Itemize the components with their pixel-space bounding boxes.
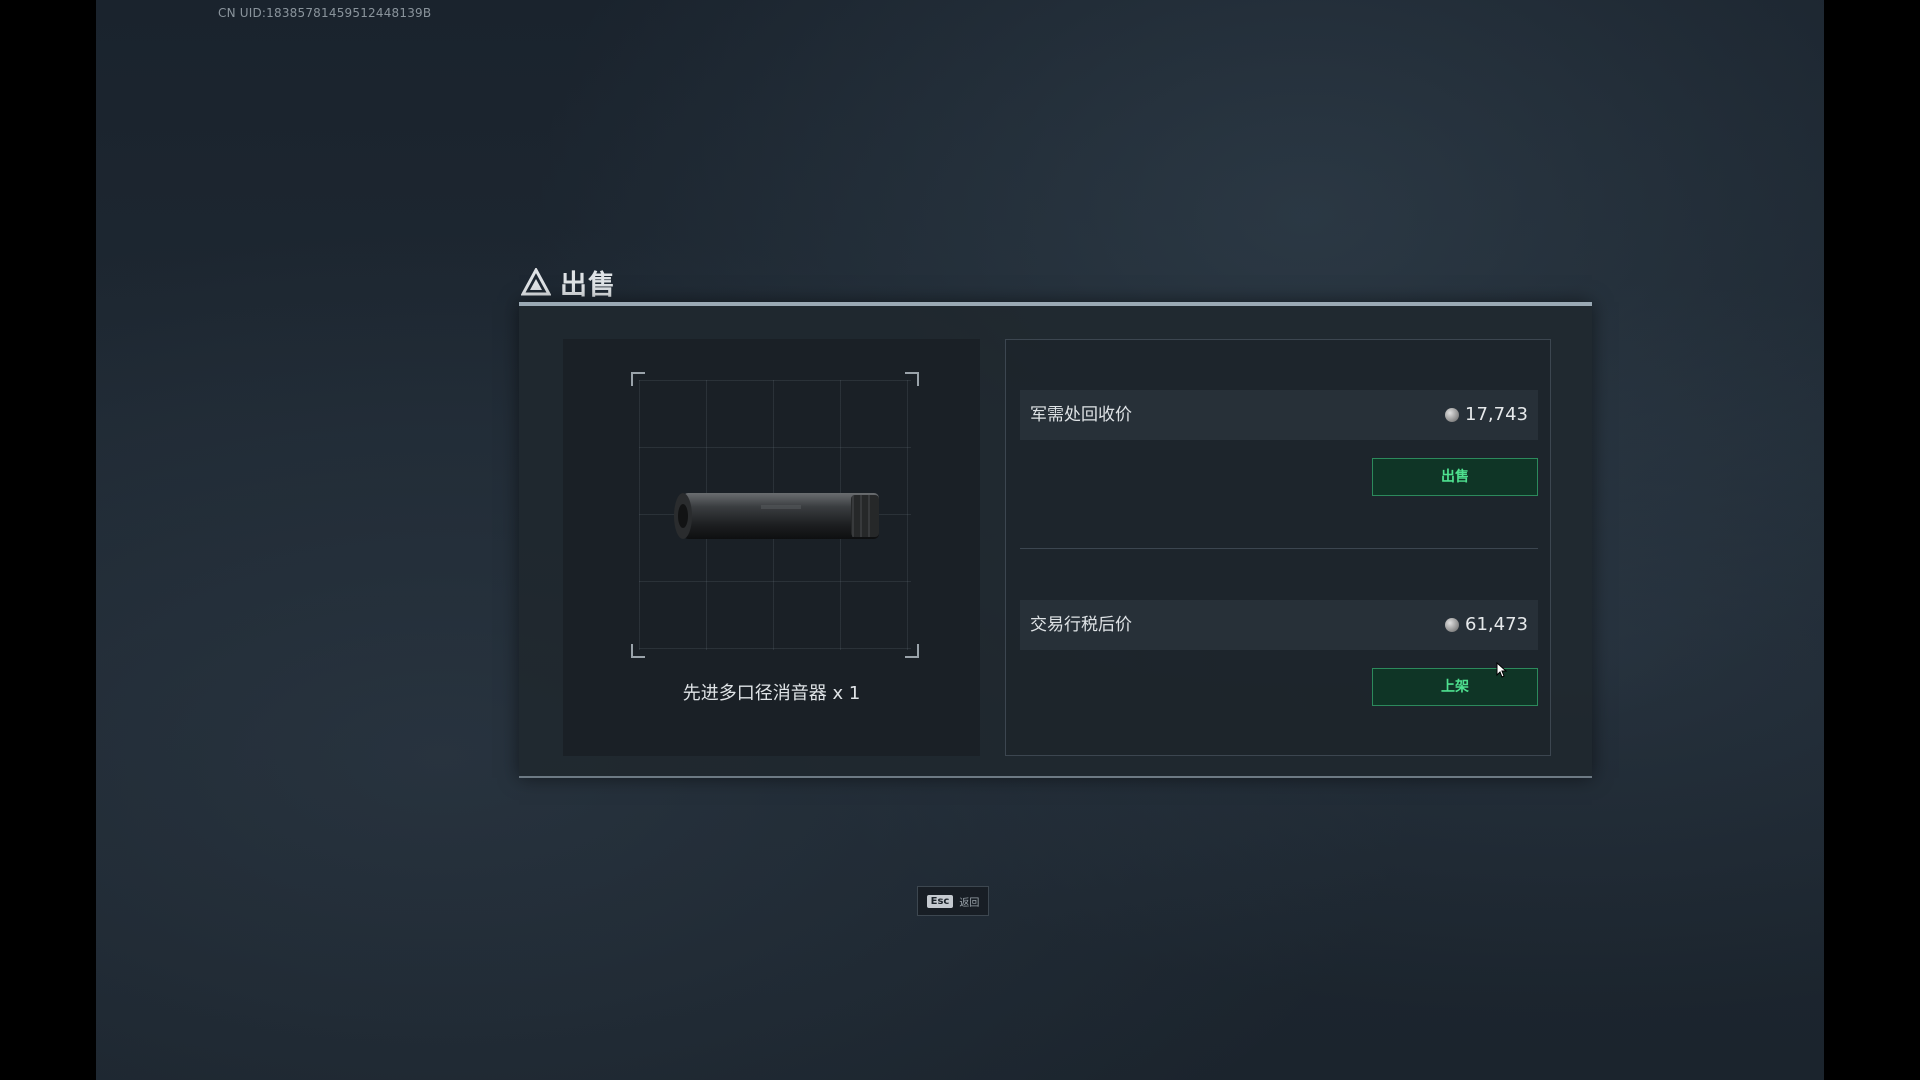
recycle-price-value: 17,743	[1445, 390, 1528, 440]
recycle-price-amount: 17,743	[1465, 404, 1528, 425]
dialog-title-text: 出售	[560, 269, 616, 301]
coin-icon	[1445, 618, 1460, 632]
screen: CN UID:18385781459512448139B 出售 先进多口径消音器…	[0, 0, 1920, 1080]
item-caption: 先进多口径消音器 x 1	[682, 683, 861, 704]
esc-back-label: 返回	[959, 897, 980, 909]
market-price-amount: 61,473	[1465, 614, 1528, 635]
frame-corner	[905, 372, 919, 386]
market-price-row: 交易行税后价 61,473	[1020, 600, 1538, 650]
market-price-label: 交易行税后价	[1030, 615, 1132, 635]
sell-dialog: 先进多口径消音器 x 1 军需处回收价 17,743 出售 交易行税后价 61,…	[519, 302, 1592, 778]
coin-icon	[1445, 408, 1460, 422]
mouse-cursor-icon	[1496, 661, 1508, 678]
esc-key-icon: Esc	[926, 894, 954, 908]
player-uid: CN UID:18385781459512448139B	[218, 6, 432, 20]
dialog-title: 出售	[520, 262, 616, 302]
frame-corner	[631, 644, 645, 658]
sell-button[interactable]: 出售	[1372, 458, 1538, 496]
divider	[1020, 548, 1538, 549]
game-background: CN UID:18385781459512448139B 出售 先进多口径消音器…	[96, 0, 1824, 1080]
recycle-price-row: 军需处回收价 17,743	[1020, 390, 1538, 440]
frame-corner	[631, 372, 645, 386]
item-frame	[631, 372, 919, 658]
recycle-price-label: 军需处回收价	[1030, 405, 1132, 425]
item-preview-panel: 先进多口径消音器 x 1	[563, 339, 980, 756]
suppressor-icon	[661, 487, 889, 547]
price-panel: 军需处回收价 17,743 出售 交易行税后价 61,473 上架	[1005, 339, 1551, 756]
list-on-market-button[interactable]: 上架	[1372, 668, 1538, 706]
market-price-value: 61,473	[1445, 600, 1528, 650]
frame-corner	[905, 644, 919, 658]
warning-triangle-icon	[520, 266, 552, 298]
esc-back-button[interactable]: Esc 返回	[917, 886, 989, 916]
